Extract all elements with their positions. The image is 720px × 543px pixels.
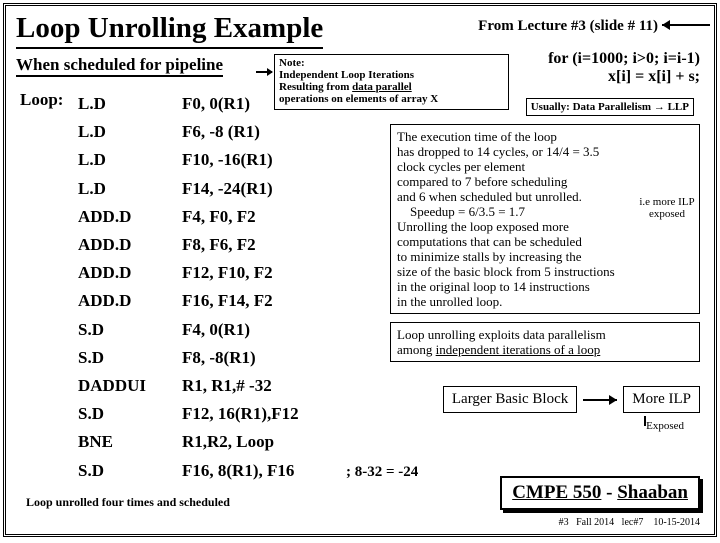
exploit-l1: Loop unrolling exploits data parallelism — [397, 327, 693, 342]
note-heading: Note: — [279, 57, 504, 69]
code-op: S.D — [78, 344, 182, 372]
exploit-l2: among independent iterations of a loop — [397, 342, 693, 357]
arrow-right-icon — [256, 71, 272, 73]
code-row: L.DF6, -8 (R1) — [78, 118, 299, 146]
code-op: ADD.D — [78, 287, 182, 315]
code-row: L.DF0, 0(R1) — [78, 90, 299, 118]
note-line1: Independent Loop Iterations — [279, 69, 504, 81]
code-row: S.DF8, -8(R1) — [78, 344, 299, 372]
code-arg: F14, -24(R1) — [182, 175, 273, 203]
code-arg: F10, -16(R1) — [182, 146, 273, 174]
code-arg: F4, F0, F2 — [182, 203, 256, 231]
code-arg: F16, 8(R1), F16 — [182, 457, 294, 485]
date-line: #3 Fall 2014 lec#7 10-15-2014 — [559, 517, 700, 528]
code-row: ADD.DF12, F10, F2 — [78, 259, 299, 287]
code-op: L.D — [78, 90, 182, 118]
bottom-note: Loop unrolled four times and scheduled — [26, 495, 230, 510]
lecture-ref: From Lecture #3 (slide # 11) — [478, 18, 658, 35]
code-op: ADD.D — [78, 259, 182, 287]
slide-title: Loop Unrolling Example — [16, 12, 323, 49]
code-row: S.DF4, 0(R1) — [78, 316, 299, 344]
slide-frame: Loop Unrolling Example From Lecture #3 (… — [3, 3, 717, 537]
code-arg: F8, F6, F2 — [182, 231, 256, 259]
code-arg: F12, 16(R1),F12 — [182, 400, 299, 428]
code-arg: F4, 0(R1) — [182, 316, 250, 344]
exposed-label: Exposed — [646, 420, 684, 432]
larger-right: More ILP — [623, 386, 700, 413]
exploit-box: Loop unrolling exploits data parallelism… — [390, 322, 700, 362]
code-row: DADDUIR1, R1,# -32 — [78, 372, 299, 400]
code-op: BNE — [78, 428, 182, 456]
for-loop: for (i=1000; i>0; i=i-1) x[i] = x[i] + s… — [548, 50, 700, 86]
ilp-side-note: i.e more ILP exposed — [636, 196, 698, 220]
larger-left: Larger Basic Block — [443, 386, 577, 413]
course-box: CMPE 550 - Shaaban — [500, 476, 700, 510]
arrow-left-icon — [662, 24, 710, 26]
code-op: L.D — [78, 146, 182, 174]
code-row: BNER1,R2, Loop — [78, 428, 299, 456]
code-arg: R1, R1,# -32 — [182, 372, 272, 400]
code-row: L.DF10, -16(R1) — [78, 146, 299, 174]
code-arg: R1,R2, Loop — [182, 428, 274, 456]
arrow-right-large-icon — [583, 399, 617, 401]
code-op: S.D — [78, 457, 182, 485]
loop-label: Loop: — [20, 90, 63, 110]
code-row: ADD.DF4, F0, F2 — [78, 203, 299, 231]
line-icon — [644, 416, 646, 426]
for-line1: for (i=1000; i>0; i=i-1) — [548, 50, 700, 68]
for-line2: x[i] = x[i] + s; — [548, 68, 700, 86]
eq-annotation: ; 8-32 = -24 — [346, 464, 418, 481]
code-block: L.DF0, 0(R1)L.DF6, -8 (R1)L.DF10, -16(R1… — [78, 90, 299, 485]
code-row: L.DF14, -24(R1) — [78, 175, 299, 203]
code-op: DADDUI — [78, 372, 182, 400]
scheduled-heading: When scheduled for pipeline — [16, 55, 223, 77]
code-arg: F8, -8(R1) — [182, 344, 256, 372]
code-row: ADD.DF8, F6, F2 — [78, 231, 299, 259]
code-op: L.D — [78, 175, 182, 203]
code-arg: F0, 0(R1) — [182, 90, 250, 118]
note-line3: operations on elements of array X — [279, 93, 504, 105]
note-box: Note: Independent Loop Iterations Result… — [274, 54, 509, 110]
code-row: S.DF16, 8(R1), F16 — [78, 457, 299, 485]
note-line2: Resulting from data parallel — [279, 81, 504, 93]
code-arg: F16, F14, F2 — [182, 287, 273, 315]
code-arg: F6, -8 (R1) — [182, 118, 260, 146]
usually-box: Usually: Data Parallelism → LLP — [526, 98, 694, 116]
code-op: ADD.D — [78, 203, 182, 231]
code-op: S.D — [78, 316, 182, 344]
code-op: L.D — [78, 118, 182, 146]
code-op: ADD.D — [78, 231, 182, 259]
code-op: S.D — [78, 400, 182, 428]
larger-block-diagram: Larger Basic Block More ILP — [443, 386, 700, 413]
code-row: ADD.DF16, F14, F2 — [78, 287, 299, 315]
code-row: S.DF12, 16(R1),F12 — [78, 400, 299, 428]
code-arg: F12, F10, F2 — [182, 259, 273, 287]
